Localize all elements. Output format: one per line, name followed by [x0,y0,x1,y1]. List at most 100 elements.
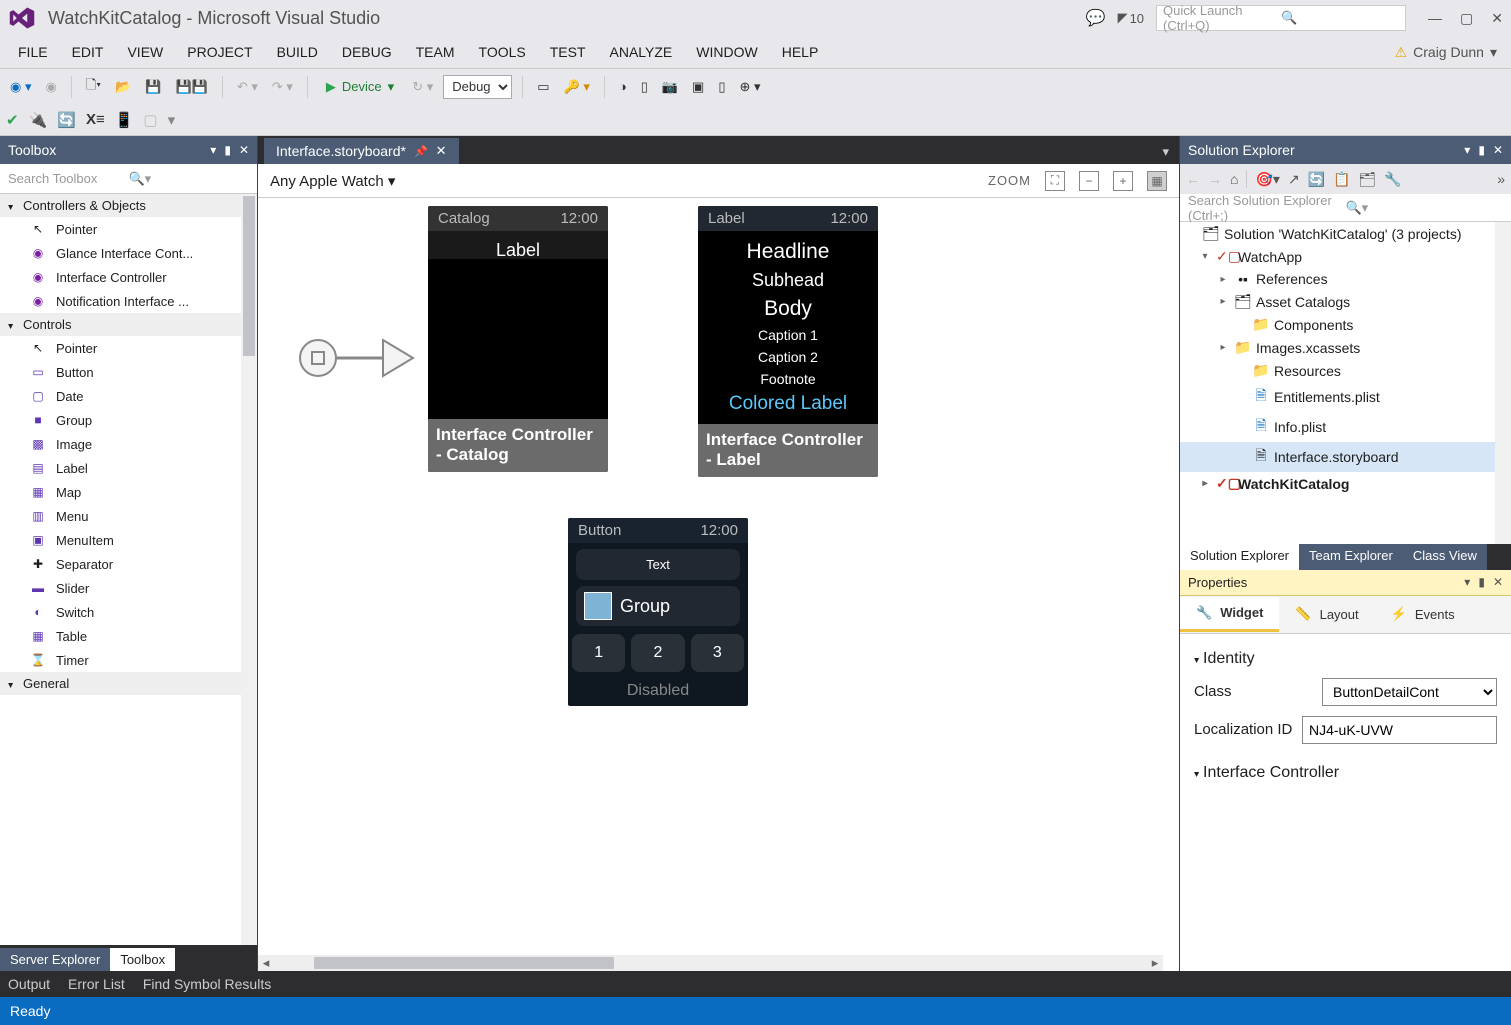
solution-explorer-search[interactable]: Search Solution Explorer (Ctrl+;) 🔍▾ [1180,194,1511,222]
tree-scrollbar[interactable] [1495,222,1511,544]
tree-node[interactable]: 📁Resources [1180,359,1511,382]
toolbox-item[interactable]: ▦Map [0,480,257,504]
close-icon[interactable]: ✕ [1493,575,1503,589]
toolbox-item[interactable]: ■Group [0,408,257,432]
se-overflow[interactable]: » [1497,171,1505,187]
menu-team[interactable]: TEAM [404,40,467,64]
panel-menu-icon[interactable]: ▾ [1464,143,1470,157]
maximize-button[interactable]: ▢ [1460,10,1473,27]
layout-button[interactable]: ▭ [533,77,553,97]
pin-icon[interactable]: ▮ [1478,143,1485,157]
toolbox-item[interactable]: ✚Separator [0,552,257,576]
tree-node[interactable]: ▸•▪References [1180,268,1511,290]
refresh-button[interactable]: ↻ ▾ [408,77,437,97]
zoom-in-button[interactable]: + [1113,171,1133,191]
menu-file[interactable]: FILE [6,40,60,64]
close-button[interactable]: ✕ [1491,10,1503,27]
tab-find-symbol[interactable]: Find Symbol Results [143,976,271,992]
save-all-button[interactable]: 💾💾 [171,77,211,97]
class-select[interactable]: ButtonDetailCont [1322,678,1497,706]
localization-id-input[interactable] [1302,716,1497,744]
tab-class-view[interactable]: Class View [1403,544,1487,570]
tb2-ok-icon[interactable]: ✔ [6,111,19,129]
section-interface-controller[interactable]: Interface Controller [1194,764,1497,782]
tab-server-explorer[interactable]: Server Explorer [0,948,110,971]
toolbox-item[interactable]: ↖Pointer [0,336,257,360]
tab-solution-explorer[interactable]: Solution Explorer [1180,544,1299,570]
minimize-button[interactable]: — [1428,10,1442,27]
toolbox-item[interactable]: ▣MenuItem [0,528,257,552]
menu-window[interactable]: WINDOW [684,40,769,64]
toolbox-category[interactable]: Controllers & Objects [0,194,257,217]
menu-tools[interactable]: TOOLS [467,40,538,64]
find-button[interactable]: 🔑 ▾ [560,77,594,97]
tree-node[interactable]: 🗎Info.plist [1180,412,1511,442]
toolbox-item[interactable]: ▥Menu [0,504,257,528]
tab-toolbox[interactable]: Toolbox [110,948,175,971]
tb-icon-3[interactable]: 📷 [658,77,682,97]
tab-widget[interactable]: 🔧Widget [1180,597,1279,632]
toolbox-item[interactable]: ◉Notification Interface ... [0,289,257,313]
canvas-hscrollbar[interactable]: ◂ ▸ [258,955,1163,971]
tb2-overflow[interactable]: ▾ [168,111,176,129]
se-properties-button[interactable]: 🔧 [1384,171,1401,188]
tree-node[interactable]: 📁Components [1180,313,1511,336]
tb-icon-1[interactable]: ◑ [615,77,631,96]
toolbox-item[interactable]: ▬Slider [0,576,257,600]
tree-project[interactable]: ▾✓▢WatchApp [1180,245,1511,268]
tb-icon-4[interactable]: ▣ [688,77,708,97]
nav-forward-button[interactable]: ◉ [41,77,60,97]
pin-icon[interactable]: ▮ [224,143,231,157]
toolbox-item[interactable]: ▤Label [0,456,257,480]
start-debug-button[interactable]: ▶Device ▾ [318,77,402,97]
section-identity[interactable]: Identity [1194,650,1497,668]
pin-icon[interactable]: ▮ [1478,575,1485,589]
tab-team-explorer[interactable]: Team Explorer [1299,544,1403,570]
watch-screen-label[interactable]: Label12:00 Headline Subhead Body Caption… [698,206,878,477]
tree-node[interactable]: ▸📁Images.xcassets [1180,336,1511,359]
se-back-button[interactable]: ← [1186,171,1200,187]
tree-node-selected[interactable]: 🗎Interface.storyboard [1180,442,1511,472]
se-forward-button[interactable]: → [1208,171,1222,187]
config-select[interactable]: Debug [443,75,512,99]
menu-test[interactable]: TEST [538,40,598,64]
user-menu[interactable]: ⚠ Craig Dunn ▾ [1395,44,1505,61]
tree-node[interactable]: 🗎Entitlements.plist [1180,382,1511,412]
menu-build[interactable]: BUILD [265,40,330,64]
designer-canvas[interactable]: Catalog12:00 Label Interface Controller … [258,198,1179,971]
tb2-xe-icon[interactable]: X≡ [86,111,105,128]
panel-menu-icon[interactable]: ▾ [1464,575,1470,589]
se-home-button[interactable]: ⌂ [1230,171,1238,187]
toolbox-category[interactable]: General [0,672,257,695]
toolbox-scrollbar[interactable] [241,194,257,945]
save-button[interactable]: 💾 [141,77,165,97]
toolbox-item[interactable]: ▭Button [0,360,257,384]
tab-overflow-button[interactable]: ▾ [1152,140,1179,164]
tree-node[interactable]: ▸🗂Asset Catalogs [1180,290,1511,313]
redo-button[interactable]: ↷ ▾ [268,77,297,97]
feedback-icon[interactable]: 💬 [1086,8,1106,28]
tree-project[interactable]: ▸✓▢WatchKitCatalog [1180,472,1511,495]
tab-error-list[interactable]: Error List [68,976,125,992]
close-icon[interactable]: ✕ [436,143,447,159]
se-copy-button[interactable]: 📋 [1333,171,1350,188]
new-project-button[interactable]: 🗋▾ [82,74,105,100]
menu-debug[interactable]: DEBUG [330,40,404,64]
tree-solution[interactable]: 🗂Solution 'WatchKitCatalog' (3 projects) [1180,222,1511,245]
notifications-flag[interactable]: ◤10 [1118,10,1144,26]
document-tab[interactable]: Interface.storyboard* 📌 ✕ [264,138,459,164]
zoom-fit-button[interactable]: ⛶ [1045,171,1065,191]
toolbox-item[interactable]: ▩Image [0,432,257,456]
tb-icon-5[interactable]: ▯ [714,77,729,97]
toolbox-item[interactable]: ▦Table [0,624,257,648]
toolbox-category[interactable]: Controls [0,313,257,336]
toolbox-item[interactable]: ⌛Timer [0,648,257,672]
tb-icon-2[interactable]: ▯ [637,77,652,97]
quick-launch-input[interactable]: Quick Launch (Ctrl+Q) 🔍 [1156,5,1406,31]
toolbox-search[interactable]: Search Toolbox 🔍▾ [0,164,257,194]
toolbox-item[interactable]: ◉Glance Interface Cont... [0,241,257,265]
tab-events[interactable]: ⚡Events [1375,598,1471,630]
tab-output[interactable]: Output [8,976,50,992]
toolbox-item[interactable]: ◉Interface Controller [0,265,257,289]
menu-project[interactable]: PROJECT [175,40,264,64]
